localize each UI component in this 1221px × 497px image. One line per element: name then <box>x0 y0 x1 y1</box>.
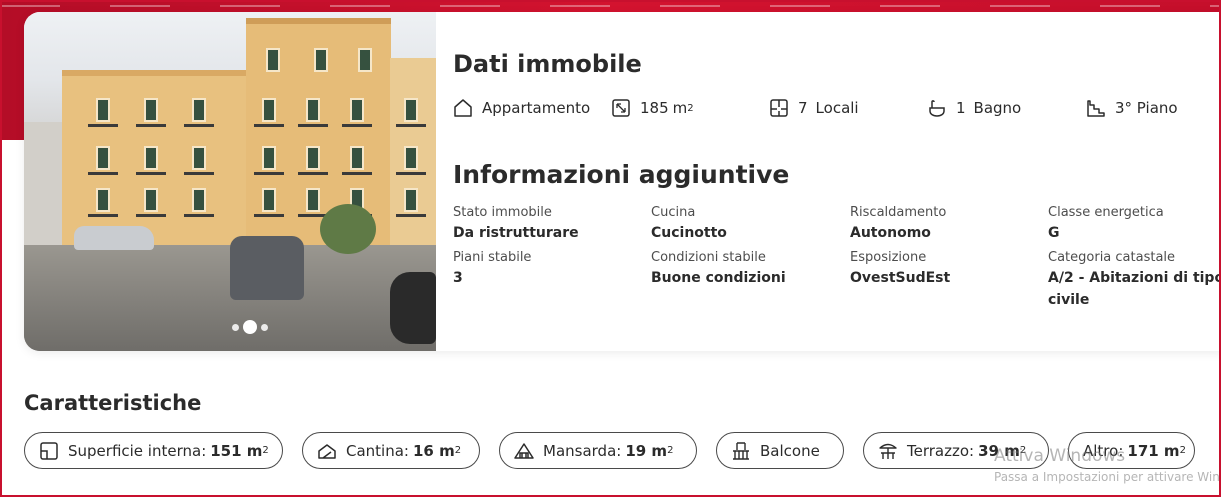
building-balcony <box>396 172 426 175</box>
attic-icon <box>514 441 534 461</box>
building-window <box>306 146 320 170</box>
building-window <box>144 188 158 212</box>
area-icon <box>611 98 631 118</box>
terrace-icon <box>878 441 898 461</box>
building-balcony <box>396 214 426 217</box>
building-balcony <box>184 124 214 127</box>
rooms-icon <box>769 98 789 118</box>
building-balcony <box>342 124 372 127</box>
building-balcony <box>88 172 118 175</box>
building-balcony <box>136 124 166 127</box>
surface-icon <box>39 441 59 461</box>
feature-area: 185 m2 <box>611 96 694 120</box>
building-window <box>404 146 418 170</box>
chip-cellar: Cantina: 16 m2 <box>302 432 480 469</box>
building-photo <box>24 122 64 245</box>
info-field: Piani stabile 3 <box>453 250 532 286</box>
info-field: Categoria catastale A/2 - Abitazioni di … <box>1048 250 1221 308</box>
building-balcony <box>254 214 284 217</box>
building-window <box>192 98 206 122</box>
building-window <box>314 48 328 72</box>
building-window <box>144 98 158 122</box>
house-icon <box>453 98 473 118</box>
info-field: Classe energetica G <box>1048 205 1164 241</box>
building-window <box>144 146 158 170</box>
building-window <box>262 146 276 170</box>
bath-icon <box>927 98 947 118</box>
building-window <box>262 188 276 212</box>
gallery-dot-active[interactable] <box>243 320 257 334</box>
building-window <box>192 146 206 170</box>
building-balcony <box>88 214 118 217</box>
building-balcony <box>342 172 372 175</box>
additional-info-title: Informazioni aggiuntive <box>453 160 790 189</box>
building-window <box>96 188 110 212</box>
building-window <box>192 188 206 212</box>
info-field: Stato immobile Da ristrutturare <box>453 205 579 241</box>
info-field: Cucina Cucinotto <box>651 205 727 241</box>
building-window <box>358 48 372 72</box>
info-field: Condizioni stabile Buone condizioni <box>651 250 786 286</box>
building-balcony <box>298 124 328 127</box>
building-window <box>96 98 110 122</box>
characteristics-title: Caratteristiche <box>24 391 202 415</box>
info-field: Esposizione OvestSudEst <box>850 250 951 286</box>
gallery-dot[interactable] <box>261 323 268 331</box>
building-balcony <box>136 172 166 175</box>
building-window <box>404 188 418 212</box>
building-balcony <box>184 172 214 175</box>
chip-balcony: Balcone <box>716 432 844 469</box>
building-balcony <box>254 172 284 175</box>
building-window <box>350 146 364 170</box>
info-field: Riscaldamento Autonomo <box>850 205 947 241</box>
cellar-icon <box>317 441 337 461</box>
building-balcony <box>298 172 328 175</box>
chip-internal-surface: Superficie interna: 151 m2 <box>24 432 283 469</box>
gallery-pagination[interactable] <box>232 320 268 334</box>
building-window <box>262 98 276 122</box>
property-section-title: Dati immobile <box>453 50 642 78</box>
building-window <box>404 98 418 122</box>
feature-rooms: 7 Locali <box>769 96 859 120</box>
building-window <box>306 188 320 212</box>
building-balcony <box>254 124 284 127</box>
building-balcony <box>136 214 166 217</box>
chip-attic: Mansarda: 19 m2 <box>499 432 697 469</box>
feature-floor: 3° Piano <box>1086 96 1178 120</box>
gallery-dot[interactable] <box>232 323 239 331</box>
balcony-icon <box>731 441 751 461</box>
building-window <box>96 146 110 170</box>
building-window <box>266 48 280 72</box>
stairs-icon <box>1086 98 1106 118</box>
building-window <box>350 98 364 122</box>
building-balcony <box>88 124 118 127</box>
windows-activation-watermark: Attiva Windows Passa a Impostazioni per … <box>994 446 1221 484</box>
feature-type: Appartamento <box>453 96 590 120</box>
building-balcony <box>184 214 214 217</box>
property-photo-gallery[interactable] <box>24 12 436 351</box>
building-balcony <box>396 124 426 127</box>
building-window <box>306 98 320 122</box>
feature-bathrooms: 1 Bagno <box>927 96 1021 120</box>
